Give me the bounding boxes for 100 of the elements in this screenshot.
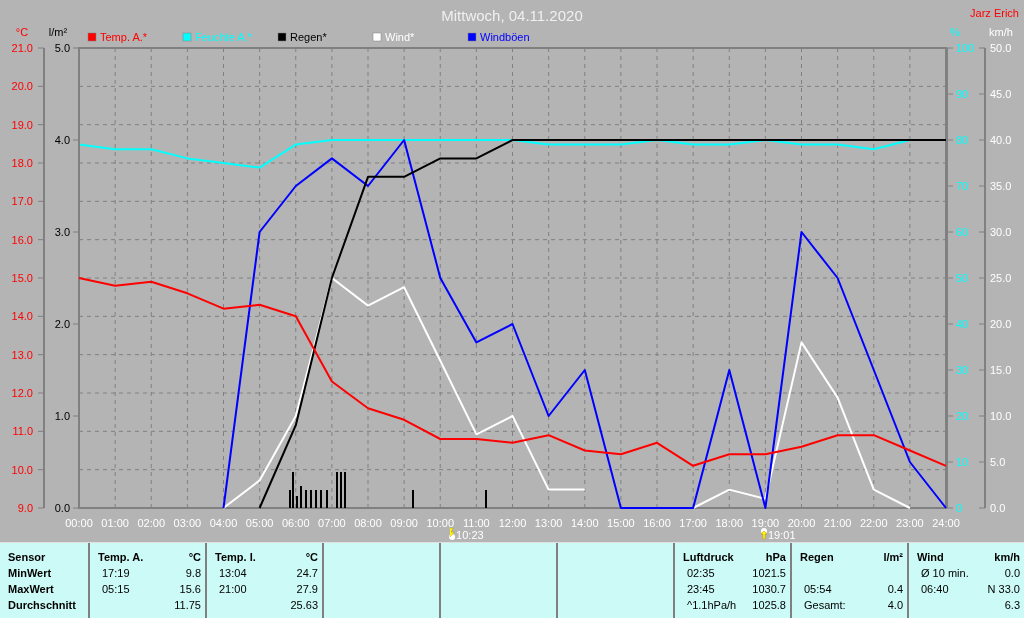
axis-tick-label: 07:00 <box>318 517 346 529</box>
axis-tick-label: 20.0 <box>11 80 33 93</box>
axis-unit-label: °C <box>15 26 29 38</box>
axis-tick-label: 04:00 <box>209 517 238 529</box>
axis-tick-label: 30.0 <box>990 226 1012 238</box>
legend-swatch <box>467 32 477 42</box>
axis-tick-label: 10.0 <box>990 410 1012 422</box>
axis-tick-label: 0.0 <box>990 502 1006 514</box>
axis-unit-label: km/h <box>989 26 1013 38</box>
axis-tick-label: 16.0 <box>11 233 33 246</box>
row-label: MaxWert <box>8 582 55 597</box>
axis-tick-label: 15.0 <box>11 272 33 284</box>
axis-tick-label: 3.0 <box>54 226 70 238</box>
axis-tick-label: 20:00 <box>787 517 816 529</box>
table-cell-text: 15.6 <box>179 582 201 597</box>
axis-tick-label: 11.0 <box>12 425 33 438</box>
table-cell: 06:40 <box>921 583 949 595</box>
table-cell-text: 1030.7 <box>752 582 786 597</box>
axis-tick-label: 70 <box>956 180 969 192</box>
unit-label: °C <box>188 550 201 565</box>
axis-tick-label: 22:00 <box>860 517 888 529</box>
unit-label: hPa <box>765 550 786 565</box>
axis-unit-label: l/m² <box>48 26 68 38</box>
axis-tick-label: 12:00 <box>498 517 527 529</box>
table-cell: 13:04 <box>219 567 247 579</box>
axis-tick-label: 13.0 <box>11 348 33 361</box>
table-cell: Ø 10 min. <box>921 567 969 579</box>
axis-tick-label: 9.0 <box>17 502 33 514</box>
axis-tick-label: 03:00 <box>173 517 202 529</box>
axis-tick-label: 40 <box>956 318 969 330</box>
row-label: Durchschnitt <box>8 598 77 613</box>
legend-label: Windböen <box>480 31 530 43</box>
sunset-icon <box>760 528 768 540</box>
table-cell: 02:35 <box>687 567 715 579</box>
axis-tick-label: 50.0 <box>990 42 1012 54</box>
axis-tick-label: 11:00 <box>463 517 490 529</box>
table-header: Temp. I. <box>215 550 256 565</box>
legend-swatch <box>277 32 287 42</box>
table-cell-text: 25.63 <box>290 598 318 613</box>
table-cell: 21:00 <box>219 583 247 595</box>
time-label: 19:01 <box>768 529 796 541</box>
table-cell-text: 1025.8 <box>752 598 786 613</box>
table-header: Luftdruck <box>683 550 734 565</box>
axis-tick-label: 01:00 <box>101 517 129 529</box>
table-cell-text: 24.7 <box>296 566 318 581</box>
axis-tick-label: 00:00 <box>65 517 93 529</box>
legend-swatch <box>87 32 97 42</box>
table-cell: ^1.1hPa/h <box>687 599 737 611</box>
row-label: MinWert <box>8 566 53 581</box>
table-cell-text: 4.0 <box>887 598 903 613</box>
legend-swatch <box>182 32 192 42</box>
station-name: Jarz Erich <box>970 7 1019 19</box>
axis-tick-label: 4.0 <box>54 134 70 146</box>
axis-tick-label: 21.0 <box>11 42 33 54</box>
axis-tick-label: 19:00 <box>751 517 780 529</box>
axis-tick-label: 90 <box>956 88 969 100</box>
axis-tick-label: 15:00 <box>607 517 635 529</box>
axis-tick-label: 0.0 <box>54 502 70 514</box>
axis-tick-label: 16:00 <box>643 517 671 529</box>
table-header: Wind <box>917 550 944 565</box>
axis-tick-label: 02:00 <box>137 517 165 529</box>
table-header: Sensor <box>8 550 47 565</box>
axis-tick-label: 20.0 <box>990 318 1012 330</box>
table-cell: 05:54 <box>804 583 832 595</box>
table-cell: 17:19 <box>102 567 130 579</box>
axis-tick-label: 5.0 <box>990 456 1006 468</box>
table-cell: 05:15 <box>102 583 130 595</box>
axis-unit-label: % <box>950 26 960 38</box>
legend-label: Feuchte A.* <box>195 31 252 43</box>
axis-tick-label: 80 <box>956 134 969 146</box>
legend-label: Regen* <box>290 31 327 43</box>
table-cell: 23:45 <box>687 583 715 595</box>
axis-tick-label: 13:00 <box>534 517 563 529</box>
axis-tick-label: 10 <box>956 456 969 468</box>
axis-tick-label: 12.0 <box>11 387 33 399</box>
axis-tick-label: 14:00 <box>571 517 599 529</box>
axis-tick-label: 2.0 <box>54 318 70 330</box>
unit-label: km/h <box>994 550 1020 565</box>
time-label: 10:23 <box>456 529 484 541</box>
axis-tick-label: 06:00 <box>282 517 310 529</box>
table-cell-text: 0.4 <box>887 582 903 597</box>
axis-tick-label: 40.0 <box>990 134 1012 146</box>
table-header: Regen <box>800 550 834 565</box>
unit-label: °C <box>305 550 318 565</box>
table-cell-text: 11.75 <box>174 598 201 613</box>
table-cell-text: 1021.5 <box>752 566 786 581</box>
axis-tick-label: 5.0 <box>54 42 70 54</box>
axis-tick-label: 14.0 <box>11 310 33 323</box>
table-cell-text: 0.0 <box>1004 566 1020 581</box>
table-cell: Gesamt: <box>804 599 846 611</box>
legend-label: Temp. A.* <box>100 31 148 43</box>
axis-tick-label: 30 <box>956 364 969 376</box>
unit-label: l/m² <box>883 550 903 565</box>
axis-tick-label: 20 <box>956 410 969 422</box>
axis-tick-label: 1.0 <box>54 410 70 422</box>
axis-tick-label: 19.0 <box>11 118 33 131</box>
axis-tick-label: 15.0 <box>990 364 1012 376</box>
axis-tick-label: 18:00 <box>715 517 743 529</box>
legend-swatch <box>372 32 382 42</box>
table-cell-text: 9.8 <box>185 566 201 581</box>
